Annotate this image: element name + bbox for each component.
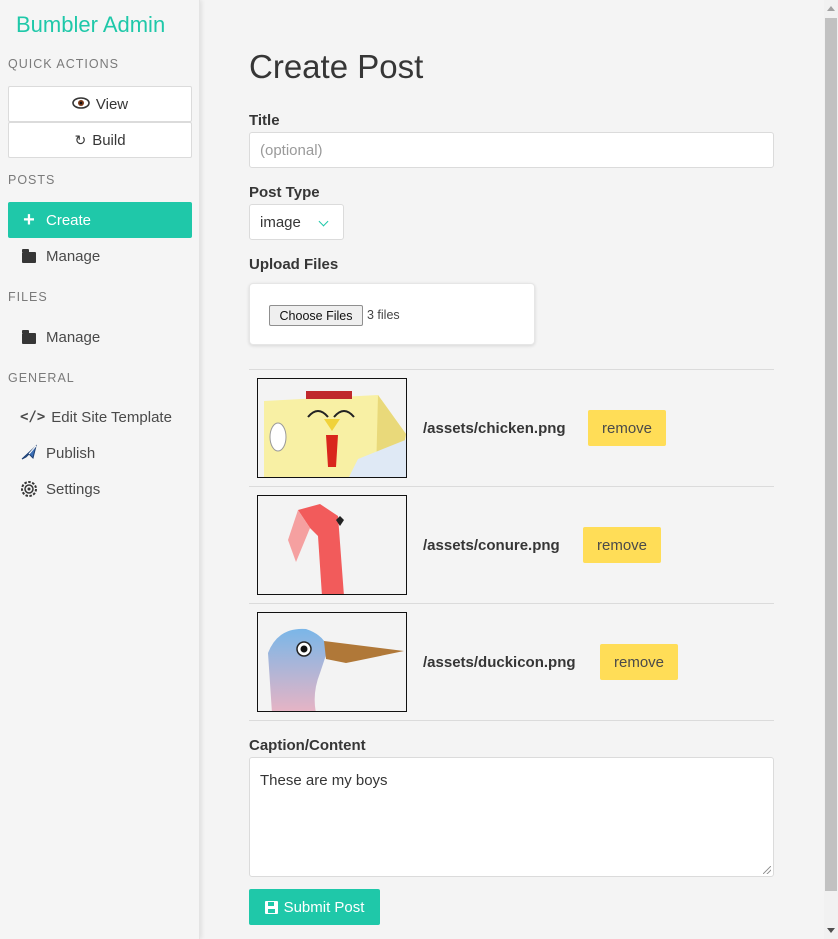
code-icon: </> [20, 409, 46, 425]
sidebar-item-label: Publish [46, 444, 96, 462]
chicken-thumbnail [257, 378, 407, 478]
view-button[interactable]: View [8, 86, 192, 122]
airplane-icon [20, 444, 38, 462]
gear-icon [20, 480, 38, 498]
sidebar-item-label: Manage [46, 247, 101, 265]
view-label: View [95, 95, 129, 113]
caption-text: These are my boys [260, 772, 388, 789]
sidebar-item-label: Create [46, 211, 92, 229]
remove-file-button[interactable]: remove [583, 527, 662, 563]
build-button[interactable]: ↻ Build [8, 122, 192, 158]
folder-icon [20, 329, 38, 344]
brand-title[interactable]: Bumbler Admin [16, 12, 165, 38]
page-scrollbar[interactable] [824, 0, 838, 939]
file-row: /assets/duckicon.png remove [249, 603, 774, 720]
post-type-value: image [260, 213, 301, 231]
eye-icon [72, 96, 90, 112]
menu-label-posts: POSTS [8, 173, 56, 187]
post-type-select[interactable]: image [249, 204, 344, 240]
sidebar: Bumbler Admin QUICK ACTIONS View ↻ Build… [0, 0, 200, 939]
file-path: /assets/conure.png [423, 537, 560, 554]
folder-icon [20, 248, 38, 263]
scroll-down-arrow-icon[interactable] [827, 928, 835, 933]
sidebar-item-manage-posts[interactable]: Manage [8, 238, 192, 274]
file-row: /assets/conure.png remove [249, 486, 774, 603]
sidebar-item-label: Edit Site Template [51, 408, 172, 426]
sidebar-item-settings[interactable]: Settings [8, 471, 192, 507]
file-path: /assets/duckicon.png [423, 654, 576, 671]
remove-file-button[interactable]: remove [600, 644, 679, 680]
post-type-label: Post Type [249, 184, 320, 201]
caption-textarea[interactable]: These are my boys [249, 757, 774, 877]
resize-grip-icon[interactable] [763, 866, 771, 874]
menu-label-general: GENERAL [8, 371, 75, 385]
choose-files-button[interactable]: Choose Files [269, 305, 363, 326]
sidebar-item-label: Manage [46, 328, 101, 346]
page-title: Create Post [249, 48, 424, 85]
sidebar-item-edit-site-template[interactable]: </> Edit Site Template [8, 399, 192, 435]
menu-label-files: FILES [8, 290, 48, 304]
title-input[interactable] [249, 132, 774, 168]
duck-thumbnail [257, 612, 407, 712]
remove-file-button[interactable]: remove [588, 410, 667, 446]
sidebar-item-manage-files[interactable]: Manage [8, 319, 192, 355]
plus-icon: + [23, 208, 35, 231]
sidebar-item-create-post[interactable]: + Create [8, 202, 192, 238]
submit-label: Submit Post [283, 898, 365, 916]
scrollbar-thumb[interactable] [825, 18, 837, 891]
file-count-status: 3 files [367, 308, 400, 322]
upload-files-label: Upload Files [249, 256, 339, 273]
refresh-icon: ↻ [74, 131, 87, 148]
build-label: Build [92, 131, 126, 149]
file-path: /assets/chicken.png [423, 420, 566, 437]
conure-thumbnail [257, 495, 407, 595]
chevron-down-icon [318, 216, 329, 227]
save-icon [264, 900, 278, 914]
file-row: /assets/chicken.png remove [249, 369, 774, 486]
file-upload-box: Choose Files 3 files [249, 283, 535, 345]
sidebar-item-label: Settings [46, 480, 101, 498]
menu-label-quick-actions: QUICK ACTIONS [8, 57, 119, 71]
sidebar-item-publish[interactable]: Publish [8, 435, 192, 471]
caption-label: Caption/Content [249, 737, 366, 754]
divider [249, 720, 774, 721]
scroll-up-arrow-icon[interactable] [827, 6, 835, 11]
title-label: Title [249, 112, 280, 129]
submit-post-button[interactable]: Submit Post [249, 889, 380, 925]
